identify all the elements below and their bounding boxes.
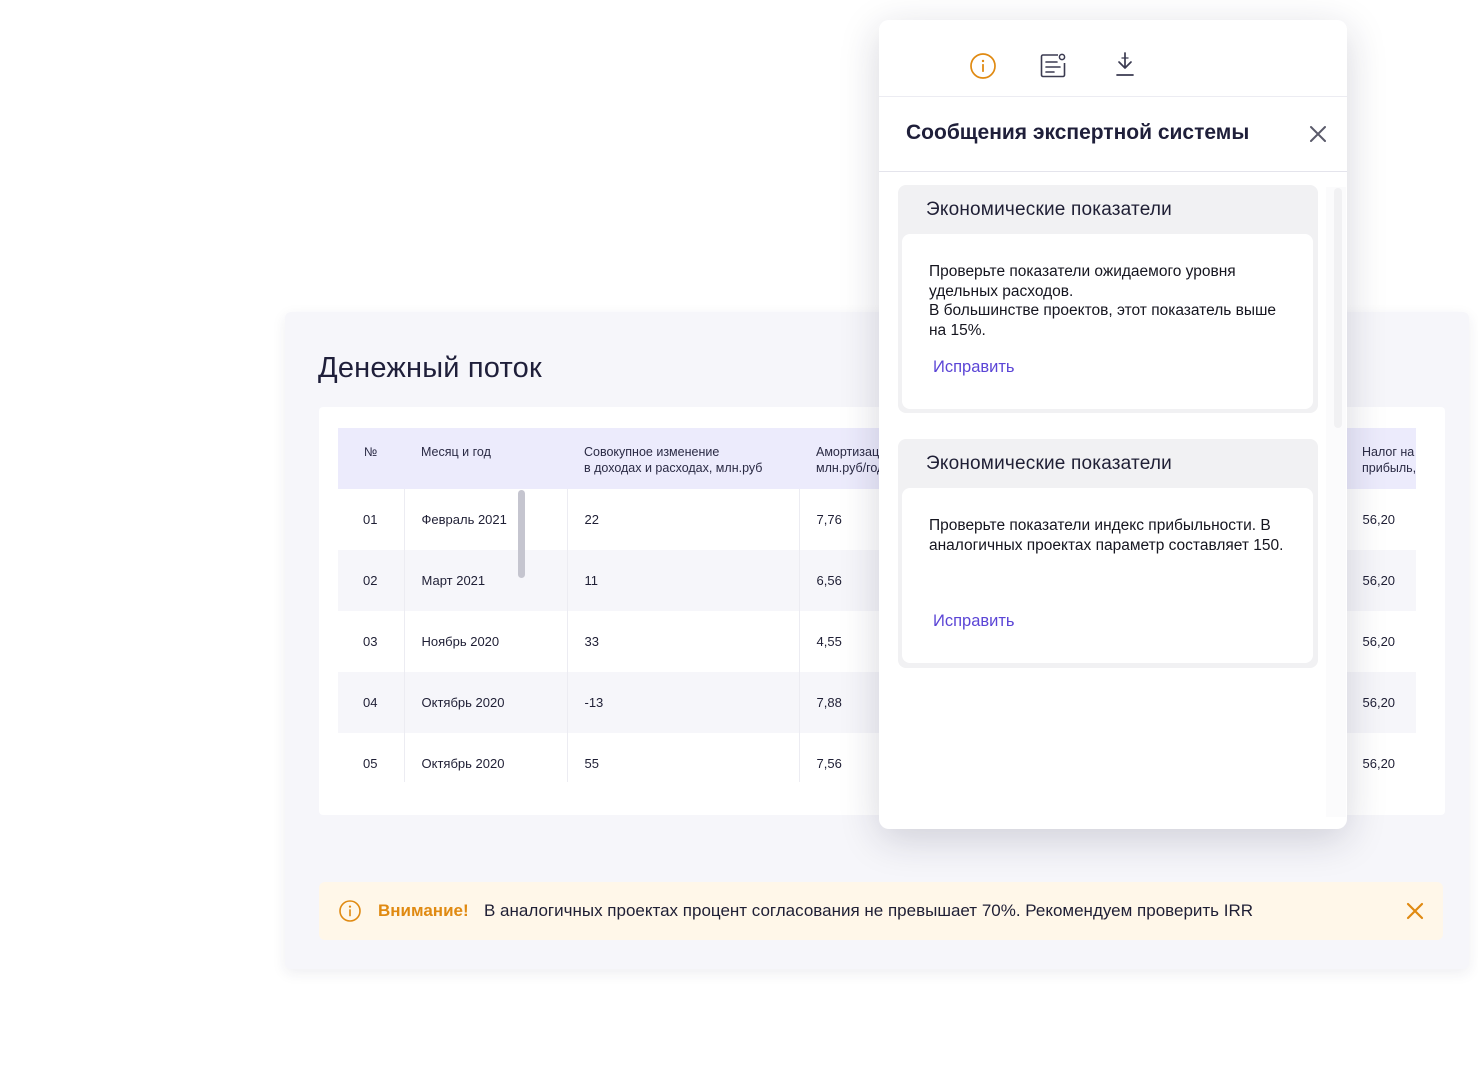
settings-list-icon[interactable] <box>1038 50 1068 80</box>
scrollbar-track-inner <box>1334 188 1342 428</box>
table-cell: -13 <box>567 672 800 733</box>
close-icon[interactable] <box>1403 899 1427 923</box>
panel-header: Сообщения экспертной системы <box>879 96 1347 172</box>
close-icon[interactable] <box>1307 123 1329 145</box>
table-cell: Октябрь 2020 <box>404 733 568 782</box>
table-cell: 33 <box>567 611 800 672</box>
table-scrollbar-thumb[interactable] <box>518 490 525 578</box>
table-cell: 56,20 <box>1362 634 1396 649</box>
message-card: Экономические показатели Проверьте показ… <box>898 439 1318 668</box>
fix-link[interactable]: Исправить <box>933 612 1015 631</box>
fix-link[interactable]: Исправить <box>933 358 1015 377</box>
column-header: Налог на прибыль, млн.руб <box>1362 445 1416 475</box>
message-text: Проверьте показатели индекс прибыльности… <box>929 517 1284 554</box>
warning-text: В аналогичных проектах процент согласова… <box>484 901 1254 920</box>
table-cell: 03 <box>338 611 405 672</box>
column-header: Совокупное изменение в доходах и расхода… <box>584 445 763 475</box>
table-cell: Октябрь 2020 <box>404 672 568 733</box>
table-cell: 22 <box>567 489 800 550</box>
table-cell: 05 <box>338 733 405 782</box>
column-header: Месяц и год <box>421 445 491 459</box>
table-cell: 56,20 <box>1362 512 1396 527</box>
table-cell: 04 <box>338 672 405 733</box>
message-text: Проверьте показатели ожидаемого уровня у… <box>929 263 1277 339</box>
info-icon <box>339 900 361 922</box>
table-cell: 11 <box>567 550 800 611</box>
expert-system-panel: Сообщения экспертной системы Экономическ… <box>879 20 1347 829</box>
page-title: Денежный поток <box>318 352 542 384</box>
table-cell: Февраль 2021 <box>404 489 568 550</box>
table-cell: 56,20 <box>1362 573 1396 588</box>
message-body: Проверьте показатели индекс прибыльности… <box>902 488 1313 663</box>
table-cell: 02 <box>338 550 405 611</box>
table-cell: 01 <box>338 489 405 550</box>
table-cell: 55 <box>567 733 800 782</box>
panel-title: Сообщения экспертной системы <box>906 121 1250 144</box>
table-cell: 56,20 <box>1362 756 1396 771</box>
info-icon[interactable] <box>968 50 998 80</box>
message-title: Экономические показатели <box>926 199 1172 220</box>
download-icon[interactable] <box>1110 50 1140 80</box>
message-body: Проверьте показатели ожидаемого уровня у… <box>902 234 1313 409</box>
table-cell: Ноябрь 2020 <box>404 611 568 672</box>
panel-toolbar <box>879 20 1347 96</box>
table-cell: 56,20 <box>1362 695 1396 710</box>
warning-title: Внимание! <box>378 901 469 920</box>
table-cell: Март 2021 <box>404 550 568 611</box>
warning-banner: Внимание! В аналогичных проектах процент… <box>319 882 1443 940</box>
message-title: Экономические показатели <box>926 453 1172 474</box>
column-header: № <box>364 445 378 459</box>
message-card: Экономические показатели Проверьте показ… <box>898 185 1318 413</box>
